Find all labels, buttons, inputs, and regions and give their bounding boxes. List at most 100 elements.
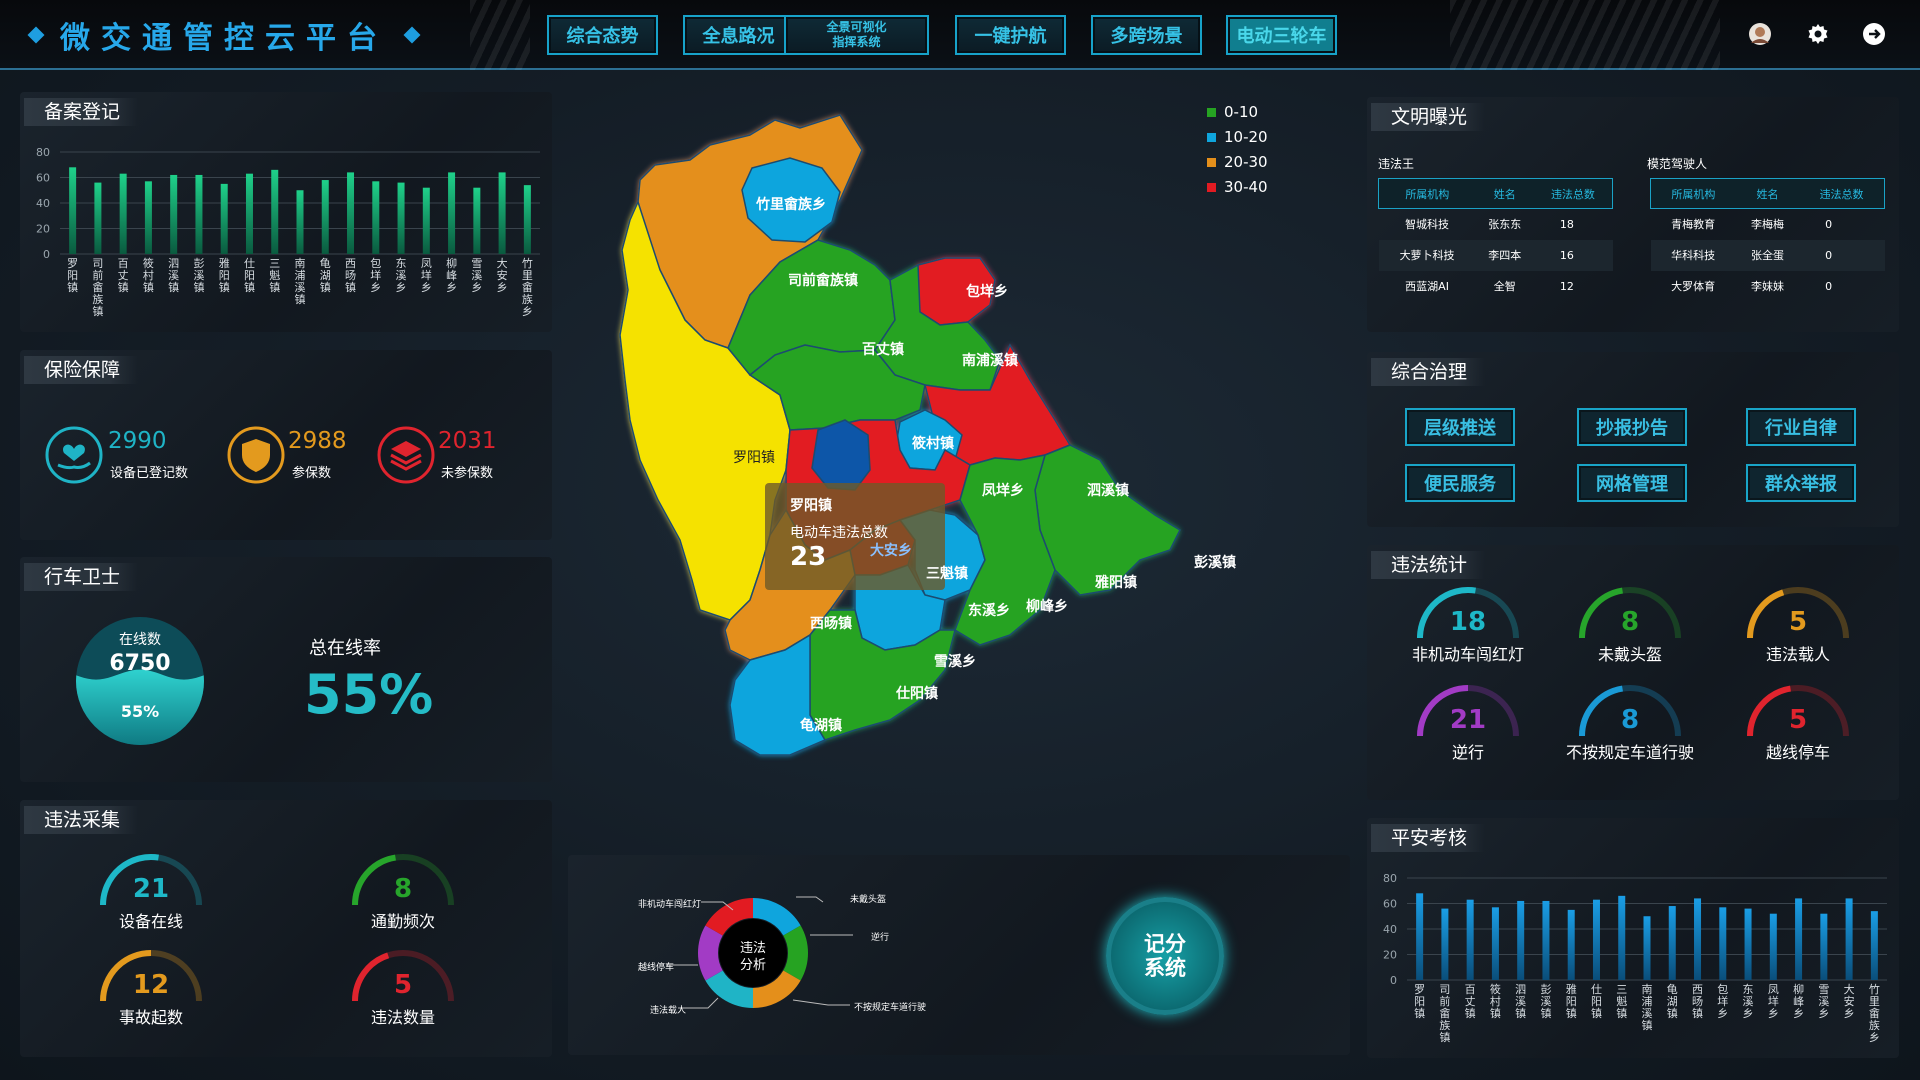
uninsured-count: 2031 — [438, 428, 497, 454]
app-title-text: 微交通管控云平台 — [60, 21, 388, 56]
bar-4 — [170, 174, 178, 254]
x-tick-label: 三魁镇 — [269, 257, 281, 294]
panel-safety: 平安考核 80 60 40 20 0 罗阳镇司前畲族镇百丈镇筱村镇泗溪镇彭溪镇雅阳镇仕阳镇… — [1367, 818, 1899, 1058]
town-label-guihu: 龟湖镇 — [800, 718, 842, 734]
panel-title: 违法统计 — [1371, 551, 1486, 579]
table-cell: 18 — [1559, 217, 1574, 231]
registered-count: 2990 — [108, 428, 167, 454]
x-tick-label: 仕阳镇 — [1590, 983, 1602, 1020]
panel-title: 综合治理 — [1371, 358, 1486, 386]
bar-5 — [1542, 900, 1550, 980]
bar-7 — [1592, 899, 1600, 980]
nav-command-line2: 指挥系统 — [832, 35, 881, 49]
legend-item: 10-20 — [1207, 128, 1268, 146]
score-system-button[interactable]: 记分 系统 — [1106, 897, 1224, 1015]
x-tick-label: 包垟乡 — [1717, 983, 1729, 1020]
x-tick-label: 雪溪乡 — [1818, 983, 1830, 1020]
bar-8 — [1618, 895, 1626, 980]
table-cell: 0 — [1825, 217, 1833, 231]
avatar-icon[interactable] — [1748, 22, 1772, 46]
nav-traffic[interactable]: 全息路况 — [683, 15, 794, 55]
score-line2: 系统 — [1144, 956, 1186, 980]
exposure-table: 所属机构 姓名 违法总数 青梅教育 李梅梅 0 华科科技 张全蛋 0 大罗体育 李妹妹 0 — [1650, 178, 1885, 302]
bar-11 — [347, 172, 355, 254]
bar-3 — [1491, 907, 1499, 980]
violator-table: 所属机构 姓名 违法总数 智城科技 张东东 18 大萝卜科技 李四本 16 西蓝湖AI 全智 12 — [1378, 178, 1613, 302]
town-label-shiyang: 仕阳镇 — [896, 686, 938, 702]
bar-10 — [1668, 906, 1676, 980]
legend-swatch — [1207, 182, 1216, 192]
nav-scenarios[interactable]: 多跨场景 — [1091, 15, 1202, 55]
panel-title: 违法采集 — [24, 806, 139, 834]
nav-escort[interactable]: 一键护航 — [955, 15, 1066, 55]
public-report-button[interactable]: 群众举报 — [1746, 464, 1856, 502]
nav-command-system[interactable]: 全景可视化 指挥系统 — [784, 15, 929, 55]
column-header: 所属机构 — [1405, 187, 1450, 201]
bar-0 — [1416, 893, 1424, 980]
nav-overview[interactable]: 综合态势 — [547, 15, 658, 55]
table-cell: 青梅教育 — [1671, 218, 1716, 232]
y-tick-label: 80 — [36, 146, 50, 159]
panel-registration: 备案登记 80 60 40 20 0 罗阳镇司前畲族镇百丈镇筱村镇泗溪镇彭溪镇雅阳镇仕阳镇… — [20, 92, 552, 332]
gauge-value: 12 — [132, 970, 170, 1000]
diamond-icon — [27, 26, 45, 44]
y-tick-label: 40 — [36, 197, 50, 210]
gauge-value: 5 — [1788, 705, 1808, 735]
online-value: 6750 — [109, 651, 171, 676]
bar-12 — [1719, 907, 1727, 980]
analysis-leaders — [666, 896, 853, 1009]
gauge-label: 非机动车闯红灯 — [1411, 645, 1524, 664]
bar-2 — [1466, 899, 1474, 980]
table-row: 青梅教育 李梅梅 0 — [1651, 209, 1885, 240]
x-tick-label: 仕阳镇 — [243, 257, 255, 294]
gear-icon[interactable] — [1806, 22, 1830, 46]
town-label-yayang: 雅阳镇 — [1095, 575, 1137, 591]
x-tick-label: 百丈镇 — [117, 257, 129, 294]
x-tick-label: 罗阳镇 — [1414, 983, 1426, 1020]
bar-11 — [1694, 898, 1702, 980]
table-row: 大萝卜科技 李四本 16 — [1378, 239, 1613, 271]
bar-2 — [119, 173, 127, 254]
gauge-value: 5 — [393, 970, 413, 1000]
town-label-sankui: 三魁镇 — [926, 566, 968, 582]
bar-9 — [1643, 916, 1651, 980]
x-tick-label: 竹里畲族乡 — [521, 257, 533, 318]
grid-management-button[interactable]: 网格管理 — [1577, 464, 1687, 502]
analysis-label-passenger: 违法载人 — [650, 1006, 687, 1016]
report-cc-button[interactable]: 抄报抄告 — [1577, 408, 1687, 446]
diamond-icon — [403, 26, 421, 44]
panel-violation-stats: 违法统计 18 非机动车闯红灯 8 未戴头盔 5 违法载人 21 逆行 8 不按规定车道行驶 5 越线… — [1367, 545, 1899, 800]
bar-15 — [448, 172, 456, 254]
push-level-button[interactable]: 层级推送 — [1405, 408, 1515, 446]
town-label-daan: 大安乡 — [870, 543, 912, 559]
x-tick-label: 包垟乡 — [370, 257, 382, 294]
x-tick-label: 百丈镇 — [1464, 983, 1476, 1020]
gauge-value: 8 — [1620, 705, 1640, 735]
tooltip-town: 罗阳镇 — [790, 498, 832, 514]
bar-17 — [498, 172, 506, 254]
panel-title: 行车卫士 — [24, 563, 139, 591]
x-tick-label: 泗溪镇 — [1515, 983, 1527, 1020]
table-cell: 大罗体育 — [1671, 280, 1716, 293]
table-cell: 全智 — [1493, 280, 1516, 293]
x-tick-label: 东溪乡 — [395, 257, 407, 294]
x-tick-label: 雅阳镇 — [1565, 983, 1577, 1020]
logout-icon[interactable] — [1862, 22, 1886, 46]
table-row: 大罗体育 李妹妹 0 — [1651, 271, 1885, 302]
x-tick-label: 筱村镇 — [1489, 983, 1501, 1020]
legend-item: 20-30 — [1207, 153, 1268, 171]
x-tick-label: 凤垟乡 — [420, 257, 432, 294]
app-title: 微交通管控云平台 — [27, 10, 470, 60]
bar-6 — [1567, 909, 1575, 980]
nav-tricycle[interactable]: 电动三轮车 — [1226, 15, 1337, 55]
gauge-value: 21 — [132, 874, 170, 904]
x-tick-label: 东溪乡 — [1742, 983, 1754, 1020]
x-tick-label: 龟湖镇 — [1666, 983, 1678, 1020]
town-label-dongxi: 东溪乡 — [968, 603, 1010, 619]
industry-self-discipline-button[interactable]: 行业自律 — [1746, 408, 1856, 446]
x-tick-label: 凤垟乡 — [1767, 983, 1779, 1020]
public-service-button[interactable]: 便民服务 — [1405, 464, 1515, 502]
x-tick-label: 柳峰乡 — [1793, 983, 1805, 1020]
registered-label: 设备已登记数 — [110, 466, 189, 481]
column-header: 姓名 — [1493, 187, 1516, 201]
